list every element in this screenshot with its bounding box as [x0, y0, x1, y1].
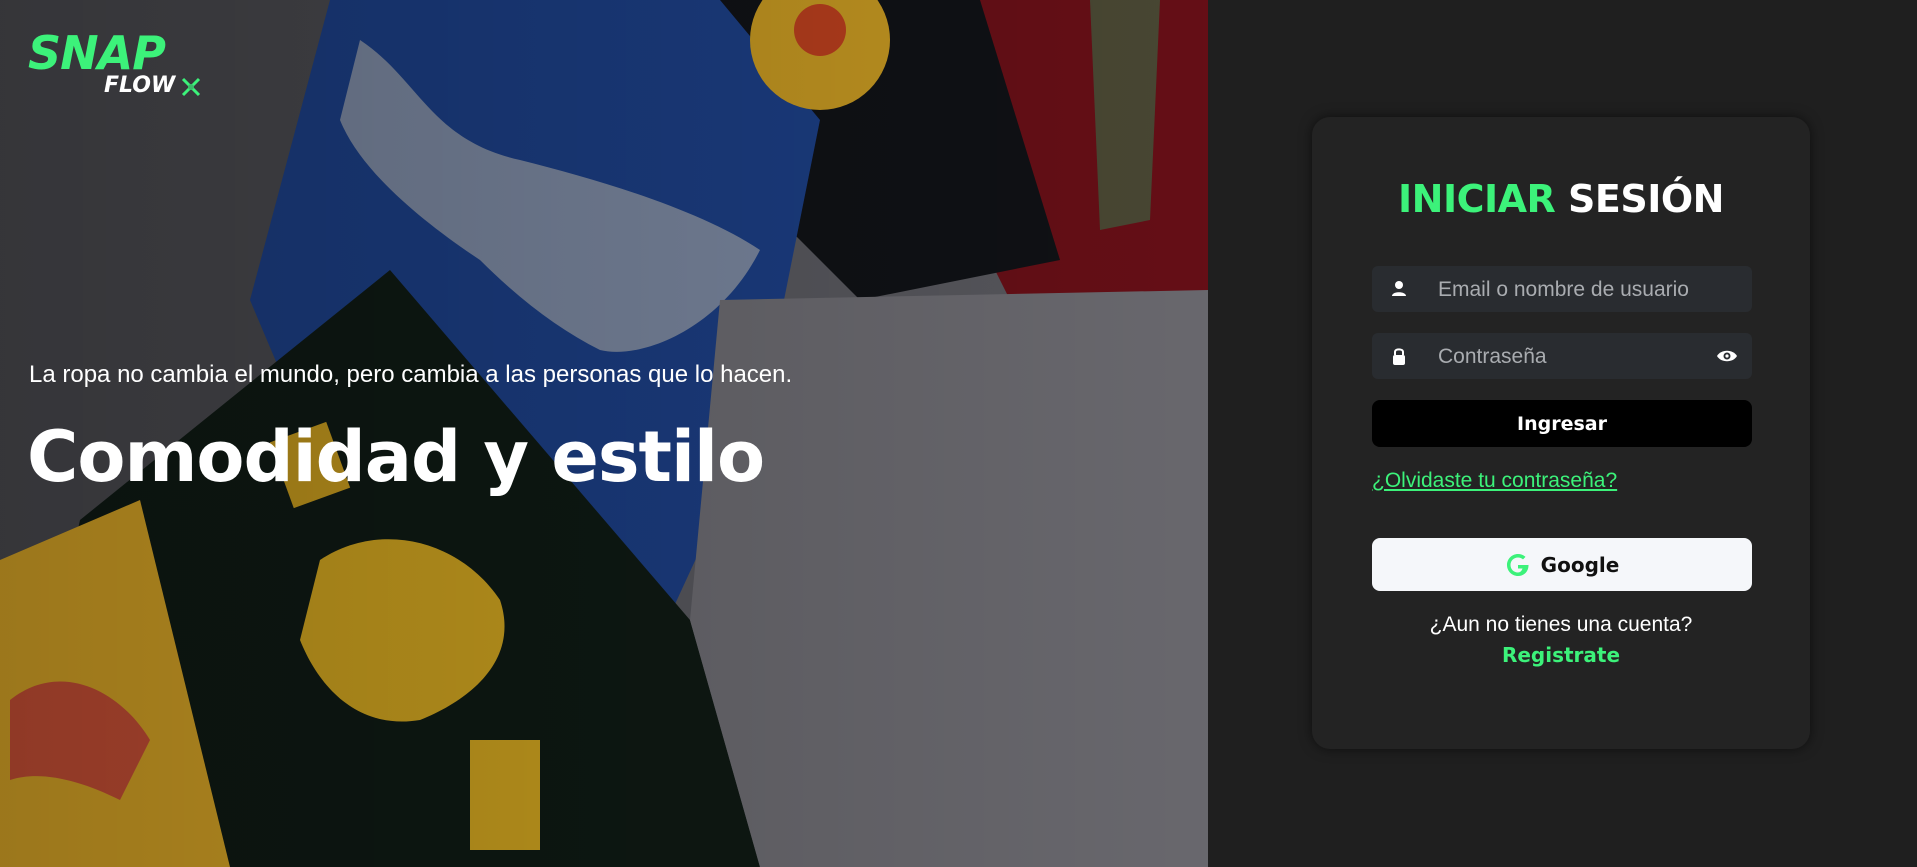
login-panel: INICIAR SESIÓN Email o nombre de usuario…	[1208, 0, 1917, 867]
login-title-rest: SESIÓN	[1568, 177, 1724, 221]
email-input[interactable]	[1436, 266, 1710, 314]
google-login-button[interactable]: Google	[1372, 538, 1752, 591]
user-icon	[1392, 281, 1406, 296]
hero-tagline: La ropa no cambia el mundo, pero cambia …	[29, 361, 793, 388]
lock-icon	[1393, 348, 1405, 365]
login-card: INICIAR SESIÓN Email o nombre de usuario…	[1312, 117, 1810, 749]
no-account-text: ¿Aun no tienes una cuenta?	[1429, 613, 1693, 636]
logo-text-bottom: FLOW	[104, 73, 176, 98]
forgot-password-link[interactable]: ¿Olvidaste tu contraseña?	[1372, 469, 1617, 493]
hero-headline: Comodidad y estilo	[27, 416, 765, 498]
password-field[interactable]	[1372, 333, 1752, 381]
logo-mark-icon	[181, 77, 201, 97]
email-field[interactable]	[1372, 266, 1752, 314]
google-icon	[1506, 553, 1529, 576]
hero-section: SNAP FLOW La ropa no cambia el mundo, pe…	[0, 0, 1208, 867]
logo-text-top: SNAP	[28, 26, 166, 80]
register-link[interactable]: Registrate	[1312, 643, 1810, 667]
snapflow-logo[interactable]: SNAP FLOW	[28, 30, 208, 105]
google-button-label: Google	[1540, 552, 1620, 577]
login-button[interactable]: Ingresar	[1372, 400, 1752, 447]
login-title-accent: INICIAR	[1398, 177, 1556, 221]
eye-icon[interactable]	[1716, 346, 1738, 366]
password-input[interactable]	[1436, 333, 1710, 381]
login-title: INICIAR SESIÓN	[1312, 175, 1810, 223]
login-page: SNAP FLOW La ropa no cambia el mundo, pe…	[0, 0, 1917, 867]
